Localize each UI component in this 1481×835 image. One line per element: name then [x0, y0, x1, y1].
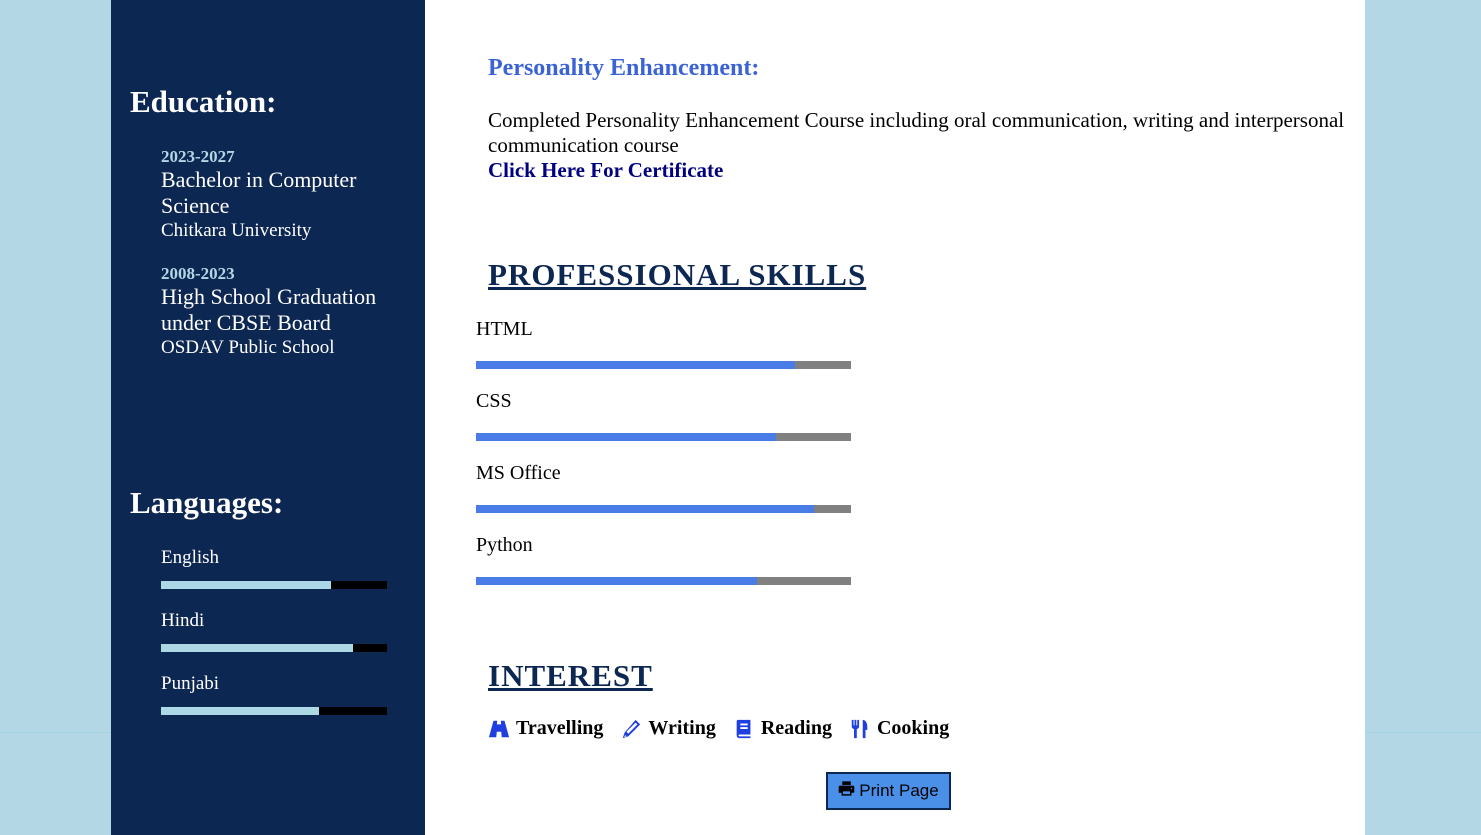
- language-name: Punjabi: [161, 673, 220, 694]
- language-progress-bar: [161, 707, 387, 715]
- pencil-icon: [620, 718, 642, 740]
- skill-name: CSS: [476, 390, 512, 412]
- interest-label: Reading: [760, 717, 832, 739]
- skill-progress-fill: [476, 505, 814, 513]
- language-name: Hindi: [161, 610, 205, 631]
- language-name: English: [161, 547, 220, 568]
- education-years: 2008-2023: [161, 264, 235, 283]
- skill-progress-fill: [476, 577, 758, 585]
- interest-item: Writing: [620, 717, 716, 740]
- personality-description: Completed Personality Enhancement Course…: [488, 108, 1345, 157]
- skill-progress-bar: [476, 505, 851, 513]
- main-content: Personality Enhancement: Completed Perso…: [425, 0, 1365, 835]
- skill-progress-fill: [476, 361, 795, 369]
- education-item: 2023-2027 Bachelor in Computer Science C…: [161, 147, 401, 242]
- language-item: Punjabi: [161, 672, 387, 715]
- education-heading: Education:: [130, 84, 277, 119]
- skill-progress-bar: [476, 577, 851, 585]
- interest-list: Travelling Writing Reading Cooking: [488, 717, 949, 740]
- interest-label: Cooking: [876, 717, 950, 739]
- interest-heading: INTEREST: [488, 658, 653, 693]
- interest-label: Travelling: [516, 717, 604, 739]
- road-icon: [488, 718, 510, 740]
- language-progress-fill: [161, 707, 320, 715]
- skill-name: Python: [476, 534, 533, 556]
- print-label: Print Page: [859, 781, 939, 800]
- utensils-icon: [849, 718, 871, 740]
- interest-item: Travelling: [488, 717, 603, 740]
- language-progress-fill: [161, 644, 354, 652]
- education-years: 2023-2027: [161, 147, 235, 166]
- education-degree: High School Graduation under CBSE Board: [161, 284, 377, 335]
- skill-name: HTML: [476, 318, 533, 340]
- languages-heading: Languages:: [130, 485, 284, 520]
- skill-name: MS Office: [476, 462, 561, 484]
- personality-title: Personality Enhancement:: [488, 55, 760, 81]
- book-icon: [733, 718, 755, 740]
- skills-heading: PROFESSIONAL SKILLS: [488, 257, 867, 292]
- skill-progress-bar: [476, 433, 851, 441]
- skill-progress-bar: [476, 361, 851, 369]
- language-item: Hindi: [161, 609, 387, 652]
- printer-icon: [838, 780, 855, 802]
- print-page-button[interactable]: Print Page: [826, 772, 951, 810]
- sidebar: Education: 2023-2027 Bachelor in Compute…: [111, 0, 425, 835]
- interest-item: Reading: [733, 717, 832, 740]
- language-progress-bar: [161, 581, 387, 589]
- language-progress-fill: [161, 581, 331, 589]
- education-school: OSDAV Public School: [161, 337, 335, 358]
- interest-label: Writing: [648, 717, 716, 739]
- education-school: Chitkara University: [161, 220, 312, 241]
- language-item: English: [161, 546, 387, 589]
- certificate-link[interactable]: Click Here For Certificate: [488, 158, 723, 183]
- skill-progress-fill: [476, 433, 776, 441]
- education-degree: Bachelor in Computer Science: [161, 167, 357, 218]
- language-progress-bar: [161, 644, 387, 652]
- education-item: 2008-2023 High School Graduation under C…: [161, 264, 401, 359]
- interest-item: Cooking: [849, 717, 949, 740]
